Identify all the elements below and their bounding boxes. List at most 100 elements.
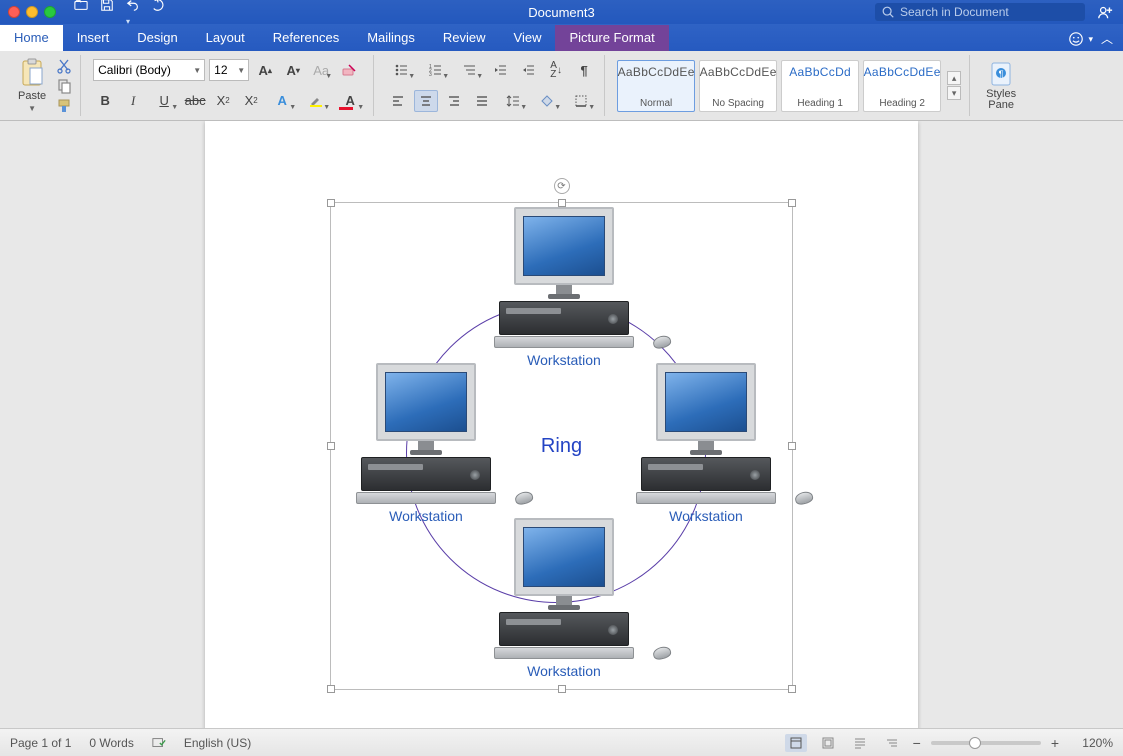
style-heading-2[interactable]: AaBbCcDdEeHeading 2 <box>863 60 941 112</box>
view-focus-button[interactable] <box>817 734 839 752</box>
format-painter-button[interactable] <box>56 98 72 114</box>
borders-button[interactable]: ▼ <box>566 90 596 112</box>
ribbon-tabs: Home Insert Design Layout References Mai… <box>0 24 1123 51</box>
workstation-right: Workstation <box>621 363 791 524</box>
feedback-button[interactable]: ▾ <box>1068 31 1093 51</box>
search-input[interactable]: Search in Document <box>875 3 1085 21</box>
view-web-layout-button[interactable] <box>849 734 871 752</box>
font-color-button[interactable]: A▼ <box>335 90 365 112</box>
increase-indent-button[interactable] <box>516 59 540 81</box>
zoom-in-button[interactable]: + <box>1051 735 1059 751</box>
window-controls <box>8 6 56 18</box>
group-paragraph: ▼ 123▼ ▼ AZ↓ ¶ ▼ ▼ ▼ <box>378 55 605 116</box>
justify-button[interactable] <box>470 90 494 112</box>
workstation-top: Workstation <box>479 207 649 368</box>
style-normal[interactable]: AaBbCcDdEeNormal <box>617 60 695 112</box>
align-right-button[interactable] <box>442 90 466 112</box>
minimize-window-button[interactable] <box>26 6 38 18</box>
align-center-button[interactable] <box>414 90 438 112</box>
italic-button[interactable]: I <box>121 90 145 112</box>
workstation-bottom: Workstation <box>479 518 649 679</box>
status-page[interactable]: Page 1 of 1 <box>10 736 71 750</box>
show-marks-button[interactable]: ¶ <box>572 59 596 81</box>
group-styles: AaBbCcDdEeNormal AaBbCcDdEeNo Spacing Aa… <box>609 55 970 116</box>
cut-button[interactable] <box>56 58 72 74</box>
search-placeholder: Search in Document <box>900 5 1009 19</box>
strikethrough-button[interactable]: abc <box>183 90 207 112</box>
shrink-font-button[interactable]: A▾ <box>281 59 305 81</box>
zoom-out-button[interactable]: − <box>913 735 921 751</box>
view-outline-button[interactable] <box>881 734 903 752</box>
quick-access-toolbar: ▾ <box>74 0 166 27</box>
align-left-button[interactable] <box>386 90 410 112</box>
status-language[interactable]: English (US) <box>184 736 251 750</box>
line-spacing-button[interactable]: ▼ <box>498 90 528 112</box>
bullets-button[interactable]: ▼ <box>386 59 416 81</box>
paste-button[interactable]: Paste ▼ <box>14 58 50 113</box>
superscript-button[interactable]: X2 <box>239 90 263 112</box>
tab-design[interactable]: Design <box>123 25 191 51</box>
underline-button[interactable]: U▼ <box>149 90 179 112</box>
shading-button[interactable]: ▼ <box>532 90 562 112</box>
group-clipboard: Paste ▼ <box>6 55 81 116</box>
bold-button[interactable]: B <box>93 90 117 112</box>
picture-selection[interactable]: ⟳ Ring Workstation Workstat <box>330 202 793 690</box>
zoom-window-button[interactable] <box>44 6 56 18</box>
highlight-button[interactable]: ▼ <box>301 90 331 112</box>
group-font: Calibri (Body)▼ 12▼ A▴ A▾ Aa▼ B I U▼ abc… <box>85 55 374 116</box>
svg-text:3: 3 <box>429 72 432 77</box>
qat-undo-icon[interactable]: ▾ <box>126 0 140 27</box>
font-name-combo[interactable]: Calibri (Body)▼ <box>93 59 205 81</box>
qat-save-icon[interactable] <box>100 0 114 27</box>
search-icon <box>881 5 895 19</box>
close-window-button[interactable] <box>8 6 20 18</box>
ribbon: Paste ▼ Calibri (Body)▼ 12▼ A▴ A▾ Aa▼ B … <box>0 51 1123 121</box>
grow-font-button[interactable]: A▴ <box>253 59 277 81</box>
titlebar: ▾ Document3 Search in Document <box>0 0 1123 24</box>
status-bar: Page 1 of 1 0 Words English (US) − + 120… <box>0 728 1123 756</box>
paste-label: Paste <box>18 90 46 102</box>
status-spellcheck-icon[interactable] <box>152 736 166 750</box>
qat-folder-icon[interactable] <box>74 0 88 27</box>
tab-insert[interactable]: Insert <box>63 25 124 51</box>
share-icon[interactable] <box>1097 4 1113 20</box>
status-wordcount[interactable]: 0 Words <box>89 736 133 750</box>
decrease-indent-button[interactable] <box>488 59 512 81</box>
collapse-ribbon-button[interactable]: ︿ <box>1101 30 1113 51</box>
ring-label: Ring <box>541 435 582 458</box>
styles-pane-button[interactable]: ¶ Styles Pane <box>982 61 1020 111</box>
numbering-button[interactable]: 123▼ <box>420 59 450 81</box>
styles-pane-label: Styles Pane <box>986 89 1016 111</box>
document-canvas[interactable]: ⟳ Ring Workstation Workstat <box>0 121 1123 728</box>
zoom-slider[interactable] <box>931 741 1041 745</box>
tab-references[interactable]: References <box>259 25 353 51</box>
clipboard-icon <box>19 58 45 88</box>
subscript-button[interactable]: X2 <box>211 90 235 112</box>
style-no-spacing[interactable]: AaBbCcDdEeNo Spacing <box>699 60 777 112</box>
tab-review[interactable]: Review <box>429 25 500 51</box>
sort-button[interactable]: AZ↓ <box>544 59 568 81</box>
font-size-combo[interactable]: 12▼ <box>209 59 249 81</box>
tab-mailings[interactable]: Mailings <box>353 25 429 51</box>
change-case-button[interactable]: Aa▼ <box>309 59 333 81</box>
qat-redo-icon[interactable] <box>152 0 166 27</box>
svg-text:¶: ¶ <box>999 69 1004 79</box>
style-gallery-scroll[interactable]: ▴▾ <box>947 71 961 100</box>
ring-diagram: Ring Workstation Workstation Workstation <box>331 203 792 689</box>
workstation-left: Workstation <box>341 363 511 524</box>
copy-button[interactable] <box>56 78 72 94</box>
zoom-value[interactable]: 120% <box>1069 736 1113 750</box>
tab-home[interactable]: Home <box>0 25 63 51</box>
page: ⟳ Ring Workstation Workstat <box>205 121 918 728</box>
rotate-handle[interactable]: ⟳ <box>554 178 570 194</box>
multilevel-list-button[interactable]: ▼ <box>454 59 484 81</box>
tab-picture-format[interactable]: Picture Format <box>555 25 668 51</box>
text-effects-button[interactable]: A▼ <box>267 90 297 112</box>
document-title: Document3 <box>528 5 594 20</box>
tab-view[interactable]: View <box>500 25 556 51</box>
clear-formatting-button[interactable] <box>337 59 361 81</box>
view-print-layout-button[interactable] <box>785 734 807 752</box>
group-styles-pane: ¶ Styles Pane <box>974 55 1028 116</box>
tab-layout[interactable]: Layout <box>192 25 259 51</box>
style-heading-1[interactable]: AaBbCcDdHeading 1 <box>781 60 859 112</box>
